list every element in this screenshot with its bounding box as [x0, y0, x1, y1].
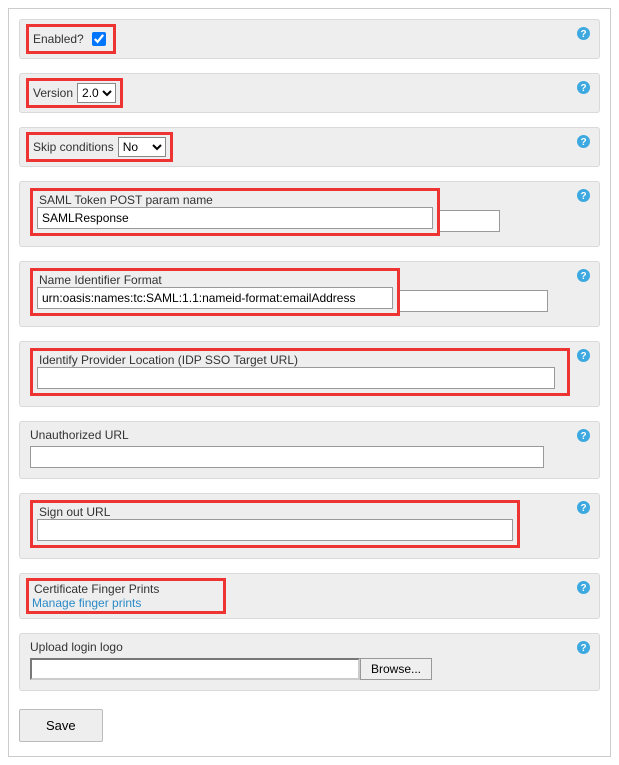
- svg-text:?: ?: [580, 83, 586, 94]
- unauth-label: Unauthorized URL: [30, 428, 589, 442]
- highlight-enabled: Enabled?: [26, 24, 116, 54]
- svg-text:?: ?: [580, 583, 586, 594]
- highlight-cert: Certificate Finger Prints Manage finger …: [26, 578, 226, 614]
- name-id-input[interactable]: [37, 287, 393, 309]
- section-skip-conditions: Skip conditions No ?: [19, 127, 600, 167]
- help-icon[interactable]: ?: [576, 80, 591, 95]
- help-icon[interactable]: ?: [576, 134, 591, 149]
- section-version: Version 2.0 ?: [19, 73, 600, 113]
- svg-text:?: ?: [580, 431, 586, 442]
- help-icon[interactable]: ?: [576, 268, 591, 283]
- saml-token-label: SAML Token POST param name: [37, 193, 433, 207]
- saml-settings-panel: Enabled? ? Version 2.0 ? Skip conditions…: [8, 8, 611, 757]
- enabled-checkbox[interactable]: [92, 32, 106, 46]
- help-icon[interactable]: ?: [576, 26, 591, 41]
- skip-conditions-label: Skip conditions: [31, 140, 114, 154]
- highlight-signout: Sign out URL: [30, 500, 520, 548]
- saml-token-input[interactable]: [37, 207, 433, 229]
- logo-label: Upload login logo: [30, 640, 589, 654]
- save-button[interactable]: Save: [19, 709, 103, 742]
- svg-text:?: ?: [580, 29, 586, 40]
- logo-file-path: [30, 658, 360, 680]
- highlight-name-id: Name Identifier Format: [30, 268, 400, 316]
- section-logo: Upload login logo Browse... ?: [19, 633, 600, 691]
- saml-token-input-extra[interactable]: [440, 210, 500, 232]
- svg-text:?: ?: [580, 137, 586, 148]
- help-icon[interactable]: ?: [576, 500, 591, 515]
- section-idp: Identify Provider Location (IDP SSO Targ…: [19, 341, 600, 407]
- browse-button[interactable]: Browse...: [360, 658, 432, 680]
- cert-label: Certificate Finger Prints: [32, 582, 220, 596]
- help-icon[interactable]: ?: [576, 348, 591, 363]
- svg-text:?: ?: [580, 351, 586, 362]
- name-id-input-extra[interactable]: [400, 290, 548, 312]
- help-icon[interactable]: ?: [576, 640, 591, 655]
- svg-text:?: ?: [580, 191, 586, 202]
- section-signout: Sign out URL ?: [19, 493, 600, 559]
- unauth-input[interactable]: [30, 446, 544, 468]
- section-enabled: Enabled? ?: [19, 19, 600, 59]
- idp-input[interactable]: [37, 367, 555, 389]
- version-select[interactable]: 2.0: [77, 83, 116, 103]
- highlight-saml-token: SAML Token POST param name: [30, 188, 440, 236]
- help-icon[interactable]: ?: [576, 580, 591, 595]
- svg-text:?: ?: [580, 503, 586, 514]
- manage-fingerprints-link[interactable]: Manage finger prints: [32, 596, 141, 610]
- help-icon[interactable]: ?: [576, 428, 591, 443]
- highlight-version: Version 2.0: [26, 78, 123, 108]
- section-unauth: Unauthorized URL ?: [19, 421, 600, 479]
- svg-text:?: ?: [580, 271, 586, 282]
- svg-text:?: ?: [580, 643, 586, 654]
- name-id-label: Name Identifier Format: [37, 273, 393, 287]
- section-name-id: Name Identifier Format ?: [19, 261, 600, 327]
- idp-label: Identify Provider Location (IDP SSO Targ…: [37, 353, 563, 367]
- enabled-label: Enabled?: [31, 32, 84, 46]
- version-label: Version: [31, 86, 73, 100]
- signout-input[interactable]: [37, 519, 513, 541]
- highlight-skip-conditions: Skip conditions No: [26, 132, 173, 162]
- highlight-idp: Identify Provider Location (IDP SSO Targ…: [30, 348, 570, 396]
- signout-label: Sign out URL: [37, 505, 513, 519]
- help-icon[interactable]: ?: [576, 188, 591, 203]
- section-cert: Certificate Finger Prints Manage finger …: [19, 573, 600, 619]
- skip-conditions-select[interactable]: No: [118, 137, 166, 157]
- section-saml-token: SAML Token POST param name ?: [19, 181, 600, 247]
